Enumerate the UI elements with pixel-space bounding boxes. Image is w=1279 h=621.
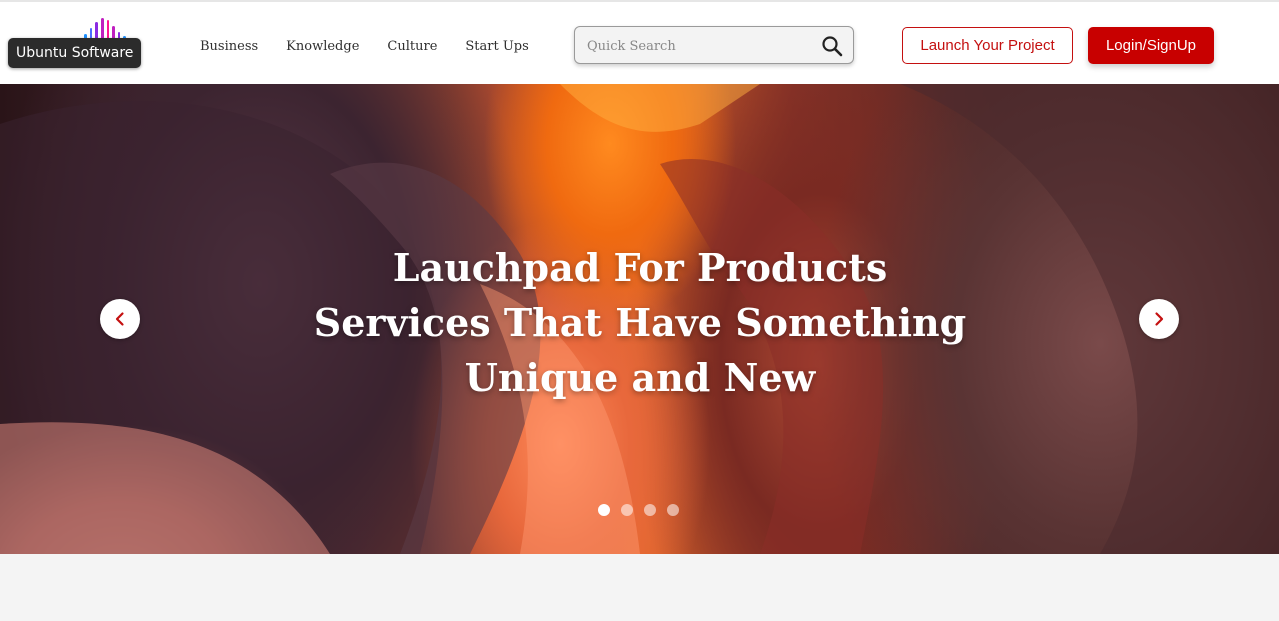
chevron-right-icon bbox=[1155, 312, 1164, 326]
main-nav: Business Knowledge Culture Start Ups bbox=[200, 38, 557, 56]
search-input[interactable] bbox=[587, 35, 807, 57]
hero-title-line-1: Lauchpad For Products bbox=[392, 245, 888, 290]
hero-title-line-2: Services That Have Something bbox=[313, 300, 967, 345]
hero-carousel: Lauchpad For Products Services That Have… bbox=[0, 84, 1279, 554]
carousel-prev-button[interactable] bbox=[100, 299, 140, 339]
chevron-left-icon bbox=[115, 312, 124, 326]
login-signup-button[interactable]: Login/SignUp bbox=[1088, 27, 1214, 64]
nav-business[interactable]: Business bbox=[200, 38, 258, 56]
hero-title: Lauchpad For Products Services That Have… bbox=[290, 240, 990, 405]
carousel-dot-2[interactable] bbox=[621, 504, 633, 516]
carousel-indicators bbox=[598, 504, 679, 516]
content-section bbox=[0, 554, 1279, 621]
carousel-next-button[interactable] bbox=[1139, 299, 1179, 339]
launch-project-button[interactable]: Launch Your Project bbox=[902, 27, 1073, 64]
carousel-dot-3[interactable] bbox=[644, 504, 656, 516]
site-header: AI BRAIN Business Knowledge Culture Star… bbox=[0, 0, 1279, 84]
carousel-dot-1[interactable] bbox=[598, 504, 610, 516]
nav-culture[interactable]: Culture bbox=[387, 38, 437, 56]
nav-start-ups[interactable]: Start Ups bbox=[465, 38, 528, 56]
carousel-dot-4[interactable] bbox=[667, 504, 679, 516]
app-tooltip: Ubuntu Software bbox=[8, 38, 142, 68]
search-icon[interactable] bbox=[821, 35, 843, 57]
nav-knowledge[interactable]: Knowledge bbox=[286, 38, 359, 56]
search-box bbox=[574, 26, 854, 64]
hero-title-line-3: Unique and New bbox=[464, 355, 816, 400]
